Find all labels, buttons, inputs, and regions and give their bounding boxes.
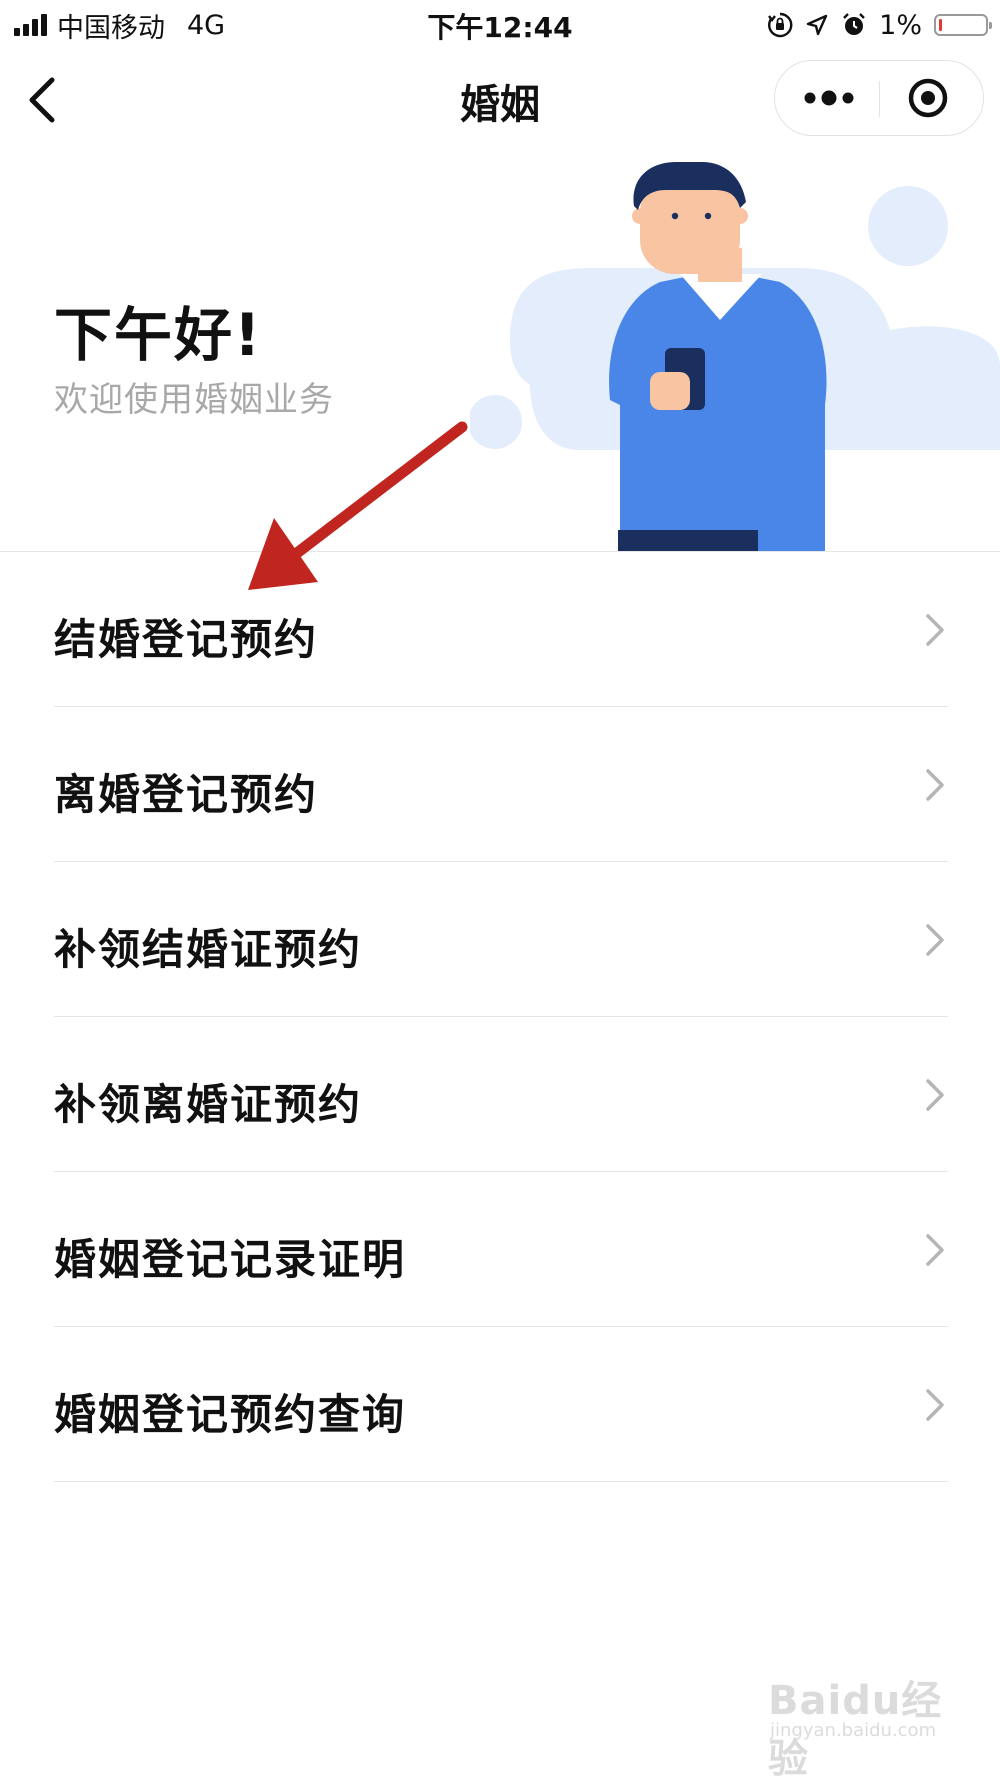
battery-icon: [934, 14, 992, 36]
chevron-right-icon: [926, 1079, 944, 1111]
alarm-icon: [843, 13, 866, 35]
battery-percent: 1%: [879, 9, 922, 41]
menu-item-label: 结婚登记预约: [54, 615, 319, 664]
chevron-right-icon: [926, 924, 944, 956]
person-eye-right: [704, 212, 712, 220]
chevron-right-icon: [926, 1234, 944, 1266]
person-hand: [650, 372, 690, 410]
location-icon: [806, 14, 828, 36]
bubble-right: [868, 186, 948, 266]
chevron-right-icon: [926, 769, 944, 801]
watermark-url: jingyan.baidu.com: [770, 1720, 937, 1741]
bubble-small: [470, 395, 522, 449]
menu-item-divorce-registration[interactable]: 离婚登记预约: [0, 707, 1000, 862]
target-icon[interactable]: [880, 61, 984, 135]
person-ear-right: [732, 208, 748, 224]
menu-item-appointment-query[interactable]: 婚姻登记预约查询: [0, 1327, 1000, 1482]
menu-item-label: 婚姻登记记录证明: [54, 1235, 407, 1284]
baidu-watermark: Baidu经验 jingyan.baidu.com: [768, 1668, 968, 1782]
more-icon[interactable]: [775, 61, 879, 135]
menu-item-label: 补领结婚证预约: [54, 925, 363, 974]
person-head: [640, 178, 740, 274]
person-ear-left: [632, 208, 648, 224]
menu-item-label: 补领离婚证预约: [54, 1080, 363, 1129]
menu-item-label: 婚姻登记预约查询: [54, 1390, 407, 1439]
user-illustration: [470, 162, 1000, 551]
chevron-right-icon: [926, 614, 944, 646]
menu-item-marriage-registration[interactable]: 结婚登记预约: [0, 552, 1000, 707]
person-pants: [618, 530, 758, 551]
mini-program-capsule: [774, 60, 984, 136]
status-right: 1%: [767, 6, 992, 44]
service-menu: 结婚登记预约 离婚登记预约 补领结婚证预约 补领离婚证预约 婚姻登记记录证明 婚…: [0, 552, 1000, 1482]
menu-item-reissue-marriage-cert[interactable]: 补领结婚证预约: [0, 862, 1000, 1017]
nav-bar: 婚姻: [0, 50, 1000, 150]
orientation-lock-icon: [768, 12, 793, 38]
menu-item-registration-record-proof[interactable]: 婚姻登记记录证明: [0, 1172, 1000, 1327]
menu-item-label: 离婚登记预约: [54, 770, 319, 819]
hero-banner: 下午好! 欢迎使用婚姻业务: [0, 150, 1000, 552]
status-bar: 中国移动 4G 下午12:44 1%: [0, 0, 1000, 50]
battery-level-fill: [939, 19, 942, 31]
welcome-subtitle: 欢迎使用婚姻业务: [54, 380, 334, 420]
divider: [54, 1481, 948, 1482]
menu-item-reissue-divorce-cert[interactable]: 补领离婚证预约: [0, 1017, 1000, 1172]
chevron-right-icon: [926, 1389, 944, 1421]
person-eye-left: [671, 212, 679, 220]
greeting-heading: 下午好!: [54, 301, 263, 369]
